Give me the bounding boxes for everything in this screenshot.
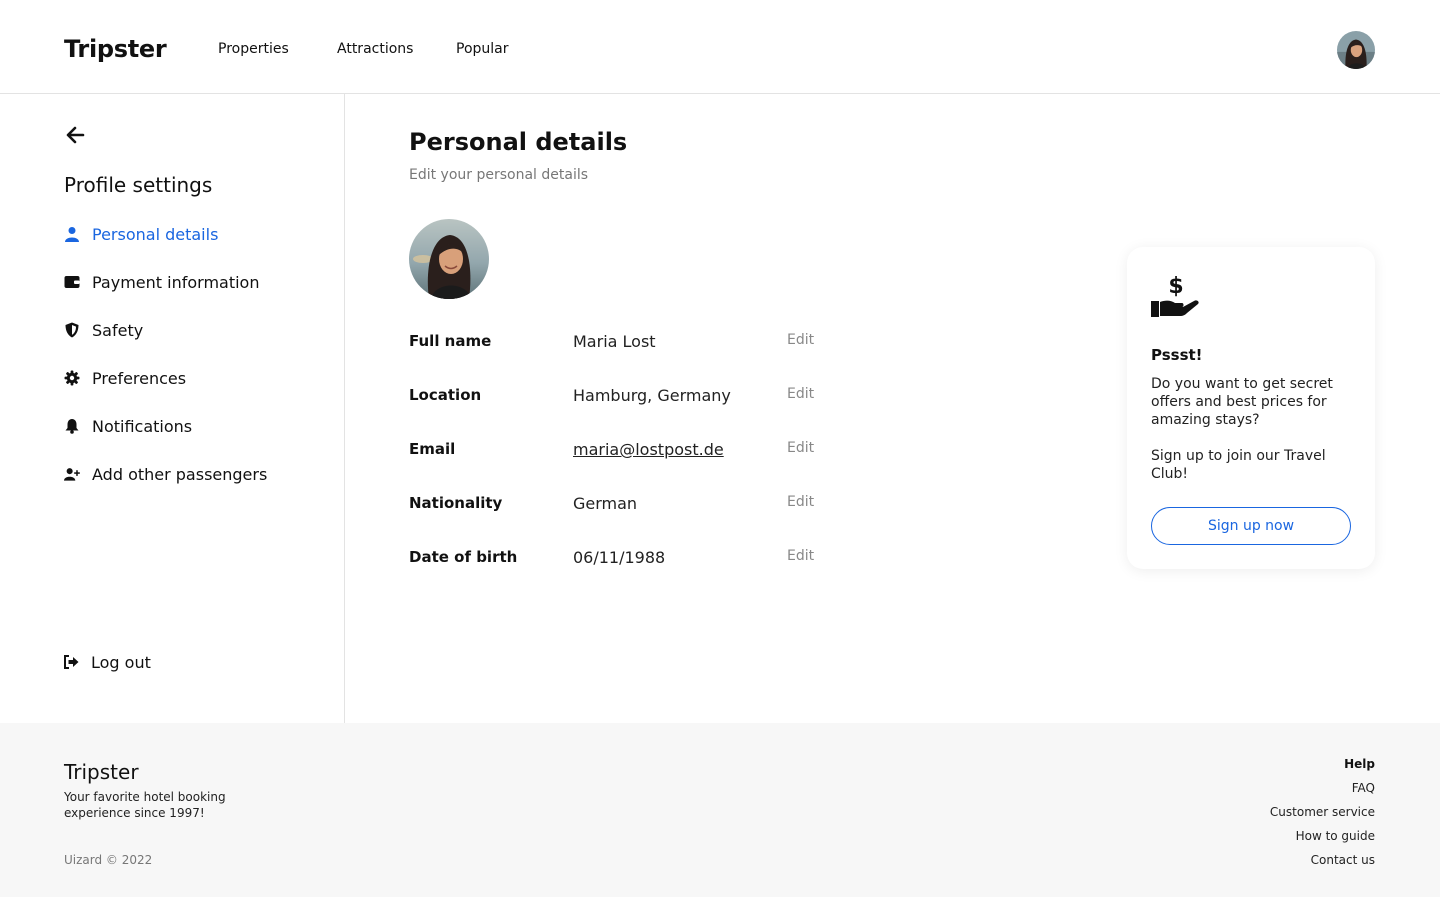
- field-row-full-name: Full name Maria Lost Edit: [409, 330, 829, 354]
- shield-icon: [64, 322, 80, 338]
- field-value: German: [573, 494, 638, 513]
- footer-link-contact-us[interactable]: Contact us: [1311, 853, 1375, 867]
- hand-dollar-icon: $: [1151, 273, 1201, 319]
- logout-icon: [63, 654, 79, 670]
- sidebar-item-label: Personal details: [92, 224, 219, 244]
- email-link[interactable]: maria@lostpost.de: [573, 440, 724, 459]
- sidebar-item-safety[interactable]: Safety: [64, 318, 143, 342]
- sidebar-item-label: Payment information: [92, 272, 260, 292]
- footer-link-how-to-guide[interactable]: How to guide: [1296, 829, 1375, 843]
- sidebar-item-payment-information[interactable]: Payment information: [64, 270, 259, 294]
- sidebar-item-label: Notifications: [92, 416, 193, 436]
- sidebar-item-personal-details[interactable]: Personal details: [64, 222, 218, 246]
- footer-copyright: Uizard © 2022: [64, 853, 153, 867]
- gear-icon: [64, 370, 80, 386]
- field-label: Location: [409, 386, 482, 404]
- sidebar-item-add-passengers[interactable]: Add other passengers: [64, 462, 267, 486]
- field-row-email: Email maria@lostpost.de Edit: [409, 438, 829, 462]
- back-arrow-icon[interactable]: [64, 124, 86, 146]
- footer-link-customer-service[interactable]: Customer service: [1270, 805, 1375, 819]
- field-label: Nationality: [409, 494, 503, 512]
- field-value: Maria Lost: [573, 332, 656, 351]
- svg-text:$: $: [1168, 274, 1183, 299]
- brand-logo[interactable]: Tripster: [64, 35, 167, 63]
- footer-help-heading: Help: [1344, 757, 1375, 771]
- sign-up-button[interactable]: Sign up now: [1151, 507, 1351, 545]
- user-plus-icon: [64, 466, 80, 482]
- edit-full-name-button[interactable]: Edit: [787, 332, 814, 348]
- footer-link-faq[interactable]: FAQ: [1352, 781, 1375, 795]
- nav-link-properties[interactable]: Properties: [218, 41, 289, 57]
- profile-photo[interactable]: [409, 219, 489, 299]
- nav-link-attractions[interactable]: Attractions: [337, 41, 413, 57]
- footer-logo[interactable]: Tripster: [64, 760, 139, 784]
- edit-nationality-button[interactable]: Edit: [787, 494, 814, 510]
- sidebar-item-label: Safety: [92, 320, 144, 340]
- field-label: Email: [409, 440, 456, 458]
- nav-link-popular[interactable]: Popular: [456, 41, 509, 57]
- settings-sidebar: Profile settings Personal details Paymen…: [0, 94, 345, 723]
- wallet-icon: [64, 274, 80, 290]
- promo-text: Do you want to get secret offers and bes…: [1151, 376, 1333, 428]
- promo-title: Pssst!: [1151, 346, 1203, 364]
- field-label: Full name: [409, 332, 492, 350]
- field-value: 06/11/1988: [573, 548, 666, 567]
- sidebar-item-label: Preferences: [92, 368, 187, 388]
- travel-club-promo-card: $ Pssst! Do you want to get secret offer…: [1127, 247, 1375, 569]
- user-icon: [64, 226, 80, 242]
- field-value: Hamburg, Germany: [573, 386, 731, 405]
- edit-location-button[interactable]: Edit: [787, 386, 814, 402]
- sidebar-title: Profile settings: [64, 173, 213, 197]
- edit-email-button[interactable]: Edit: [787, 440, 814, 456]
- page-subtitle: Edit your personal details: [409, 167, 589, 183]
- field-row-location: Location Hamburg, Germany Edit: [409, 384, 829, 408]
- sidebar-item-notifications[interactable]: Notifications: [64, 414, 192, 438]
- field-row-nationality: Nationality German Edit: [409, 492, 829, 516]
- logout-button[interactable]: Log out: [63, 650, 151, 674]
- page-footer: Tripster Your favorite hotel booking exp…: [0, 723, 1440, 897]
- top-header: Tripster Properties Attractions Popular: [0, 0, 1440, 94]
- field-row-date-of-birth: Date of birth 06/11/1988 Edit: [409, 546, 829, 570]
- sidebar-item-preferences[interactable]: Preferences: [64, 366, 186, 390]
- sidebar-item-label: Add other passengers: [92, 464, 268, 484]
- field-label: Date of birth: [409, 548, 518, 566]
- bell-icon: [64, 418, 80, 434]
- edit-date-of-birth-button[interactable]: Edit: [787, 548, 814, 564]
- user-avatar[interactable]: [1337, 31, 1375, 69]
- footer-tagline: Your favorite hotel booking experience s…: [64, 790, 226, 820]
- logout-label: Log out: [91, 652, 151, 672]
- page-title: Personal details: [409, 128, 628, 156]
- promo-text-signup: Sign up to join our Travel Club!: [1151, 448, 1326, 482]
